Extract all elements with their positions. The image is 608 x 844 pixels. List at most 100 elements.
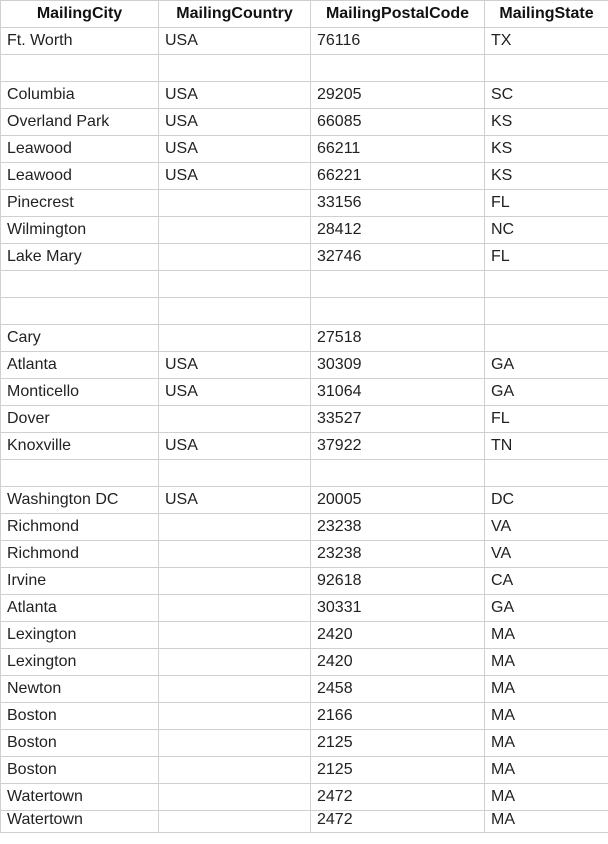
cell-postal[interactable]: 2472 xyxy=(311,784,485,811)
cell-postal[interactable]: 2458 xyxy=(311,676,485,703)
cell-country[interactable] xyxy=(159,271,311,298)
cell-state[interactable]: FL xyxy=(485,244,608,271)
cell-city[interactable]: Pinecrest xyxy=(1,190,159,217)
cell-postal[interactable]: 2125 xyxy=(311,757,485,784)
cell-state[interactable]: FL xyxy=(485,406,608,433)
cell-state[interactable]: MA xyxy=(485,703,608,730)
cell-country[interactable] xyxy=(159,622,311,649)
cell-state[interactable]: CA xyxy=(485,568,608,595)
cell-state[interactable]: DC xyxy=(485,487,608,514)
cell-country[interactable] xyxy=(159,298,311,325)
cell-state[interactable]: KS xyxy=(485,163,608,190)
cell-state[interactable] xyxy=(485,460,608,487)
cell-postal[interactable]: 33156 xyxy=(311,190,485,217)
cell-postal[interactable]: 2125 xyxy=(311,730,485,757)
cell-postal[interactable]: 30331 xyxy=(311,595,485,622)
cell-country[interactable] xyxy=(159,784,311,811)
cell-city[interactable]: Lexington xyxy=(1,649,159,676)
cell-state[interactable]: TX xyxy=(485,28,608,55)
cell-city[interactable]: Boston xyxy=(1,757,159,784)
cell-country[interactable] xyxy=(159,649,311,676)
col-header-country[interactable]: MailingCountry xyxy=(159,1,311,28)
cell-country[interactable] xyxy=(159,568,311,595)
cell-country[interactable]: USA xyxy=(159,352,311,379)
cell-city[interactable]: Monticello xyxy=(1,379,159,406)
cell-postal[interactable]: 66221 xyxy=(311,163,485,190)
cell-country[interactable] xyxy=(159,595,311,622)
cell-postal[interactable]: 23238 xyxy=(311,541,485,568)
cell-state[interactable]: MA xyxy=(485,784,608,811)
cell-city[interactable] xyxy=(1,460,159,487)
cell-postal[interactable]: 28412 xyxy=(311,217,485,244)
cell-postal[interactable]: 2420 xyxy=(311,622,485,649)
cell-postal[interactable]: 66211 xyxy=(311,136,485,163)
cell-state[interactable]: VA xyxy=(485,514,608,541)
col-header-postal[interactable]: MailingPostalCode xyxy=(311,1,485,28)
cell-country[interactable]: USA xyxy=(159,136,311,163)
cell-city[interactable]: Watertown xyxy=(1,784,159,811)
cell-postal[interactable]: 29205 xyxy=(311,82,485,109)
cell-country[interactable] xyxy=(159,676,311,703)
cell-city[interactable]: Cary xyxy=(1,325,159,352)
cell-city[interactable]: Leawood xyxy=(1,136,159,163)
cell-country[interactable]: USA xyxy=(159,379,311,406)
cell-country[interactable] xyxy=(159,757,311,784)
cell-postal[interactable]: 32746 xyxy=(311,244,485,271)
cell-city[interactable]: Lexington xyxy=(1,622,159,649)
cell-state[interactable]: NC xyxy=(485,217,608,244)
cell-state[interactable]: VA xyxy=(485,541,608,568)
cell-city[interactable]: Overland Park xyxy=(1,109,159,136)
col-header-city[interactable]: MailingCity xyxy=(1,1,159,28)
cell-postal[interactable] xyxy=(311,271,485,298)
cell-country[interactable] xyxy=(159,325,311,352)
cell-city[interactable]: Irvine xyxy=(1,568,159,595)
cell-postal[interactable]: 2472 xyxy=(311,811,485,833)
cell-state[interactable]: KS xyxy=(485,109,608,136)
cell-city[interactable] xyxy=(1,298,159,325)
cell-state[interactable]: KS xyxy=(485,136,608,163)
cell-postal[interactable] xyxy=(311,55,485,82)
cell-country[interactable] xyxy=(159,514,311,541)
cell-city[interactable]: Richmond xyxy=(1,514,159,541)
cell-city[interactable]: Knoxville xyxy=(1,433,159,460)
cell-postal[interactable]: 27518 xyxy=(311,325,485,352)
cell-city[interactable]: Leawood xyxy=(1,163,159,190)
cell-state[interactable] xyxy=(485,271,608,298)
cell-country[interactable] xyxy=(159,460,311,487)
cell-postal[interactable]: 23238 xyxy=(311,514,485,541)
cell-postal[interactable]: 66085 xyxy=(311,109,485,136)
cell-city[interactable]: Atlanta xyxy=(1,595,159,622)
cell-postal[interactable]: 31064 xyxy=(311,379,485,406)
cell-city[interactable]: Lake Mary xyxy=(1,244,159,271)
cell-country[interactable] xyxy=(159,703,311,730)
cell-postal[interactable] xyxy=(311,298,485,325)
cell-state[interactable]: GA xyxy=(485,595,608,622)
cell-city[interactable]: Columbia xyxy=(1,82,159,109)
cell-country[interactable] xyxy=(159,730,311,757)
cell-city[interactable]: Washington DC xyxy=(1,487,159,514)
cell-postal[interactable]: 37922 xyxy=(311,433,485,460)
cell-country[interactable] xyxy=(159,217,311,244)
cell-postal[interactable]: 2420 xyxy=(311,649,485,676)
cell-state[interactable]: SC xyxy=(485,82,608,109)
cell-city[interactable]: Boston xyxy=(1,703,159,730)
cell-postal[interactable] xyxy=(311,460,485,487)
cell-state[interactable]: TN xyxy=(485,433,608,460)
cell-state[interactable]: FL xyxy=(485,190,608,217)
cell-city[interactable]: Watertown xyxy=(1,811,159,833)
cell-postal[interactable]: 2166 xyxy=(311,703,485,730)
cell-country[interactable]: USA xyxy=(159,487,311,514)
cell-city[interactable]: Boston xyxy=(1,730,159,757)
cell-state[interactable]: GA xyxy=(485,352,608,379)
cell-city[interactable]: Ft. Worth xyxy=(1,28,159,55)
cell-postal[interactable]: 30309 xyxy=(311,352,485,379)
cell-state[interactable]: MA xyxy=(485,649,608,676)
cell-state[interactable]: MA xyxy=(485,757,608,784)
cell-country[interactable]: USA xyxy=(159,433,311,460)
col-header-state[interactable]: MailingState xyxy=(485,1,608,28)
cell-country[interactable] xyxy=(159,55,311,82)
cell-country[interactable] xyxy=(159,190,311,217)
cell-country[interactable]: USA xyxy=(159,163,311,190)
cell-city[interactable]: Atlanta xyxy=(1,352,159,379)
cell-state[interactable]: GA xyxy=(485,379,608,406)
